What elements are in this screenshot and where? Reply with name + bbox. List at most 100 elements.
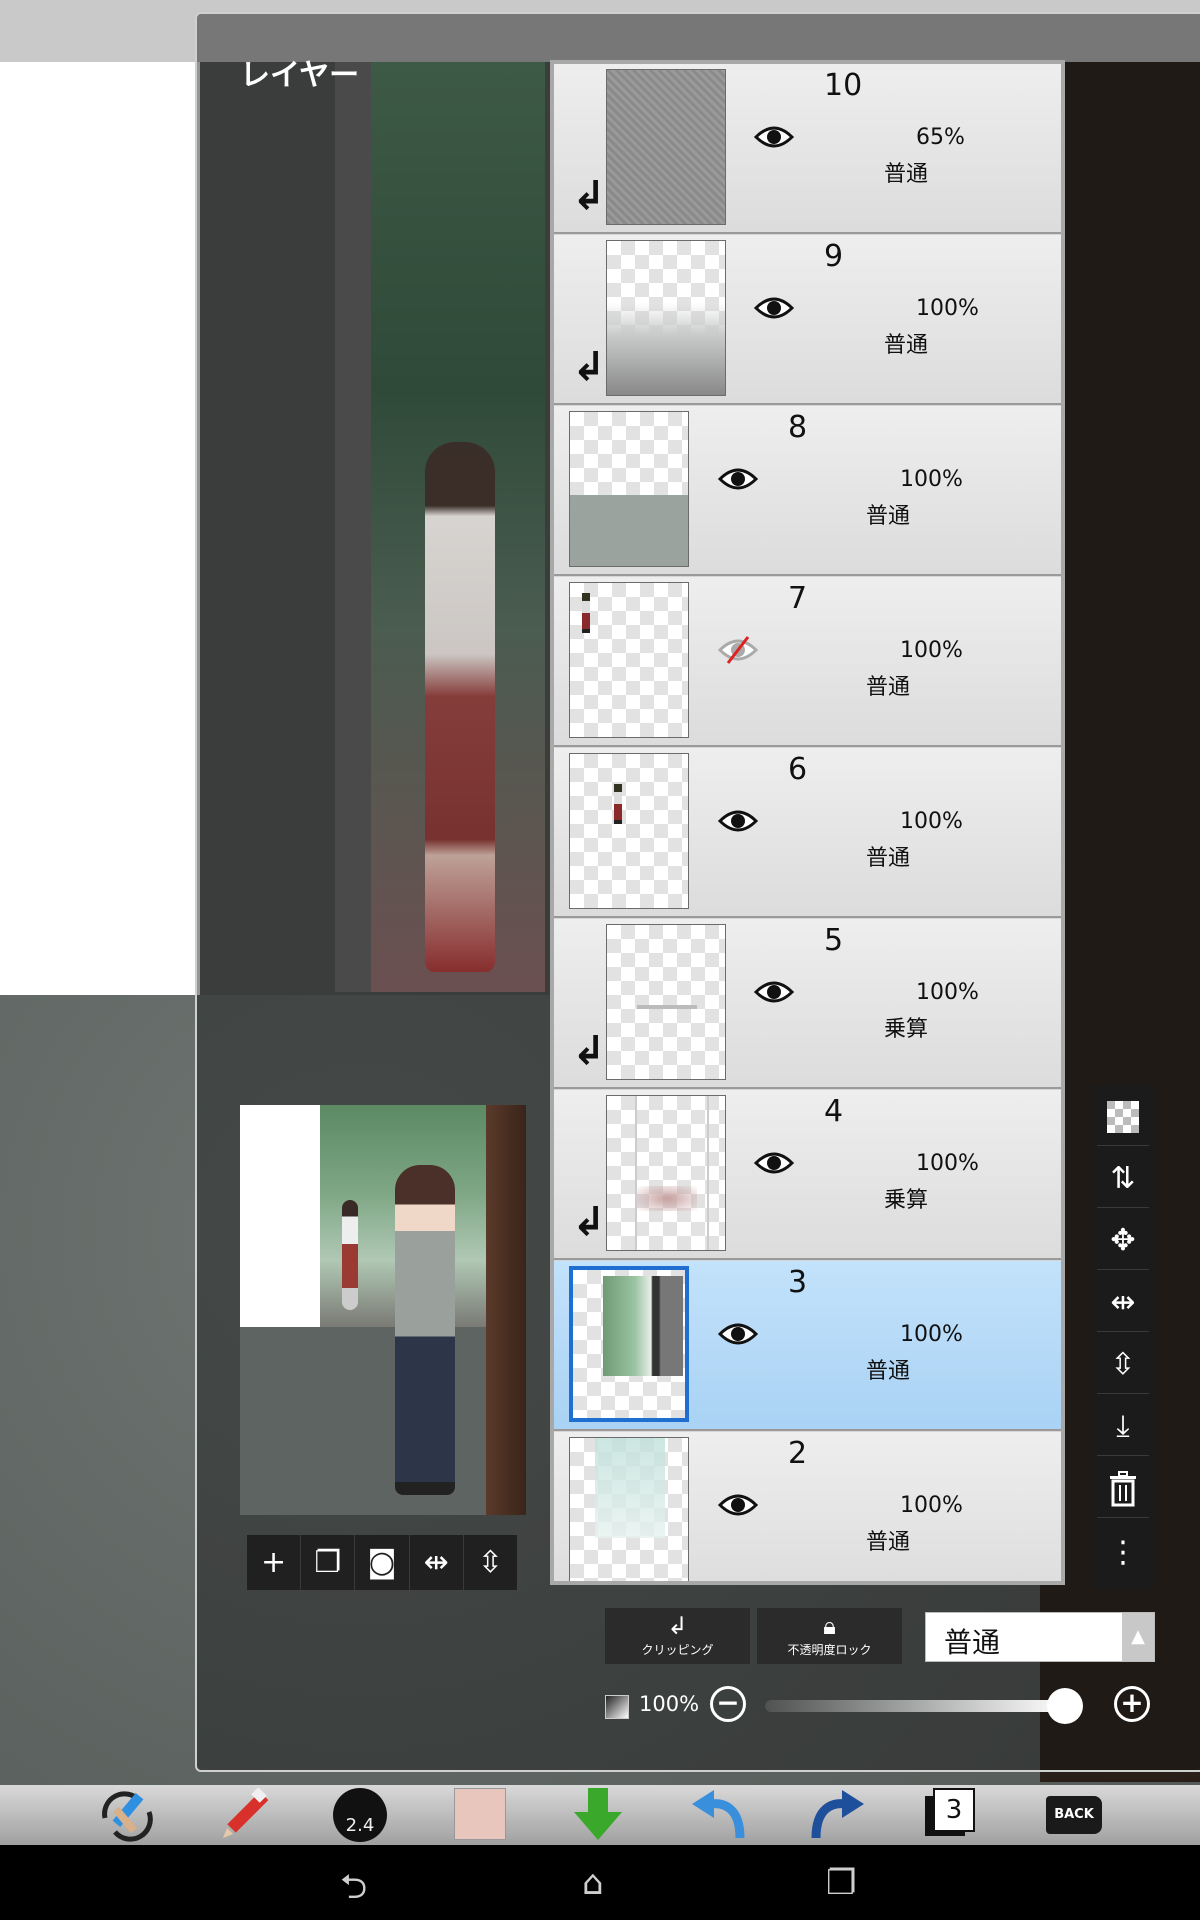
layer-row[interactable]: ↲ 10 65% 普通 <box>554 64 1061 234</box>
preview-pillar <box>486 1105 526 1515</box>
eye-icon[interactable] <box>753 1148 795 1178</box>
eye-icon[interactable] <box>753 293 795 323</box>
alpha-lock-button[interactable]: 🔒︎ 不透明度ロック <box>757 1608 902 1664</box>
undo-icon[interactable] <box>690 1788 750 1842</box>
artwork-strip <box>335 62 545 992</box>
layer-number: 3 <box>788 1265 808 1300</box>
layer-blend-mode: 普通 <box>866 1530 911 1555</box>
preview-toolbar: + ❐ ◙ ⇹ ⇳ <box>247 1535 517 1590</box>
layer-opacity: 100% <box>916 980 979 1005</box>
pencil-icon[interactable] <box>210 1787 280 1842</box>
layer-number: 7 <box>788 581 808 616</box>
camera-icon[interactable]: ◙ <box>355 1535 410 1590</box>
thumbnail-content <box>570 495 688 566</box>
add-icon[interactable]: + <box>247 1535 302 1590</box>
clipping-button[interactable]: ↲ クリッピング <box>605 1608 750 1664</box>
eye-icon[interactable] <box>753 122 795 152</box>
blend-mode-value: 普通 <box>944 1626 1001 1659</box>
alpha-lock-label: 不透明度ロック <box>787 1643 872 1657</box>
clipping-arrow-icon: ↲ <box>572 344 606 390</box>
layer-blend-mode: 普通 <box>866 675 911 700</box>
layer-thumbnail[interactable] <box>569 411 689 567</box>
eye-icon[interactable] <box>717 1490 759 1520</box>
layer-number: 10 <box>824 68 863 103</box>
layer-opacity: 100% <box>916 296 979 321</box>
layer-thumbnail[interactable] <box>569 753 689 909</box>
thumbnail-content <box>603 1276 683 1376</box>
trash-icon[interactable] <box>1097 1461 1149 1518</box>
swap-icon[interactable]: ⇅ <box>1097 1151 1149 1208</box>
main-toolbar: 2.4 3 BACK <box>0 1785 1200 1845</box>
eye-icon[interactable] <box>717 806 759 836</box>
clipping-arrow-icon: ↲ <box>572 1028 606 1074</box>
eye-hidden-icon[interactable] <box>717 635 759 665</box>
layer-thumbnail[interactable] <box>569 582 689 738</box>
eye-icon[interactable] <box>717 1319 759 1349</box>
color-swatch[interactable] <box>454 1788 506 1842</box>
layer-number: 2 <box>788 1436 808 1471</box>
back-button-label: BACK <box>1046 1796 1102 1834</box>
panel-title: レイヤー <box>240 58 360 93</box>
layer-blend-mode: 普通 <box>866 1359 911 1384</box>
opacity-swatch-icon <box>605 1695 629 1719</box>
layer-thumbnail[interactable] <box>606 69 726 225</box>
preview-background-figure <box>342 1200 358 1310</box>
layer-row[interactable]: ↲ 9 100% 普通 <box>554 235 1061 405</box>
canvas-preview[interactable] <box>240 1105 526 1515</box>
duplicate-icon[interactable]: ❐ <box>301 1535 356 1590</box>
flip-vertical-icon[interactable]: ⇳ <box>464 1535 517 1590</box>
layer-thumbnail[interactable] <box>569 1437 689 1581</box>
redo-icon[interactable] <box>806 1788 866 1842</box>
nav-recents-icon[interactable]: ❐ <box>826 1863 856 1903</box>
layer-blend-mode: 乗算 <box>884 1188 929 1213</box>
back-button[interactable]: BACK <box>1046 1788 1106 1842</box>
blend-mode-select[interactable]: 普通 ▲ <box>925 1612 1155 1662</box>
layer-opacity: 100% <box>900 638 963 663</box>
layer-blend-mode: 普通 <box>884 162 929 187</box>
layer-row[interactable]: 3 100% 普通 <box>554 1261 1061 1431</box>
more-icon[interactable]: ⋮ <box>1097 1525 1149 1581</box>
flip-vertical-icon[interactable]: ⇳ <box>1097 1337 1149 1394</box>
clipping-arrow-icon: ↲ <box>572 1199 606 1245</box>
layer-row[interactable]: 2 100% 普通 <box>554 1432 1061 1581</box>
move-icon[interactable]: ✥ <box>1097 1213 1149 1270</box>
thumbnail-content <box>607 70 725 224</box>
layer-row[interactable]: 6 100% 普通 <box>554 748 1061 918</box>
eye-icon[interactable] <box>753 977 795 1007</box>
flip-horizontal-icon[interactable]: ⇹ <box>1097 1275 1149 1332</box>
opacity-decrease-button[interactable]: − <box>710 1686 746 1722</box>
transparent-icon[interactable] <box>1097 1089 1149 1146</box>
opacity-slider[interactable] <box>765 1700 1065 1712</box>
clipping-label: クリッピング <box>641 1643 714 1657</box>
layer-thumbnail[interactable] <box>606 1095 726 1251</box>
layer-opacity: 100% <box>900 1493 963 1518</box>
layer-thumbnail[interactable] <box>606 240 726 396</box>
opacity-increase-button[interactable]: + <box>1114 1686 1150 1722</box>
thumbnail-content <box>607 302 725 395</box>
layer-row[interactable]: 8 100% 普通 <box>554 406 1061 576</box>
layer-thumbnail[interactable] <box>606 924 726 1080</box>
layer-thumbnail[interactable] <box>569 1266 689 1422</box>
clipping-arrow-icon: ↲ <box>572 173 606 219</box>
merge-down-icon[interactable]: ⤓ <box>1097 1399 1149 1456</box>
brush-size-indicator[interactable]: 2.4 <box>333 1788 389 1842</box>
artwork-figure <box>425 442 495 972</box>
layer-row[interactable]: 7 100% 普通 <box>554 577 1061 747</box>
opacity-slider-thumb[interactable] <box>1047 1688 1083 1724</box>
layer-row[interactable]: ↲ 5 100% 乗算 <box>554 919 1061 1089</box>
nav-back-icon[interactable]: ⮌ <box>340 1863 367 1920</box>
preview-main-figure <box>395 1165 455 1495</box>
save-download-icon[interactable] <box>568 1788 628 1842</box>
thumbnail-content <box>637 1005 697 1009</box>
nav-home-icon[interactable]: ⌂ <box>582 1863 604 1903</box>
layer-list[interactable]: ↲ 10 65% 普通 ↲ 9 100% 普通 8 100% 普通 7 100% 普通 6 100% 普通 ↲ 5 1… <box>550 60 1065 1585</box>
dropdown-arrow-icon: ▲ <box>1122 1613 1154 1661</box>
eye-icon[interactable] <box>717 464 759 494</box>
layer-tool-strip: ⇅ ✥ ⇹ ⇳ ⤓ ⋮ <box>1093 1085 1153 1589</box>
layers-button[interactable]: 3 <box>925 1788 985 1842</box>
layer-row[interactable]: ↲ 4 100% 乗算 <box>554 1090 1061 1260</box>
system-navigation-bar: ⮌ ⌂ ❐ <box>0 1845 1200 1920</box>
tool-switch-icon[interactable] <box>92 1788 162 1842</box>
flip-horizontal-icon[interactable]: ⇹ <box>410 1535 464 1590</box>
clipping-icon: ↲ <box>667 1612 688 1640</box>
